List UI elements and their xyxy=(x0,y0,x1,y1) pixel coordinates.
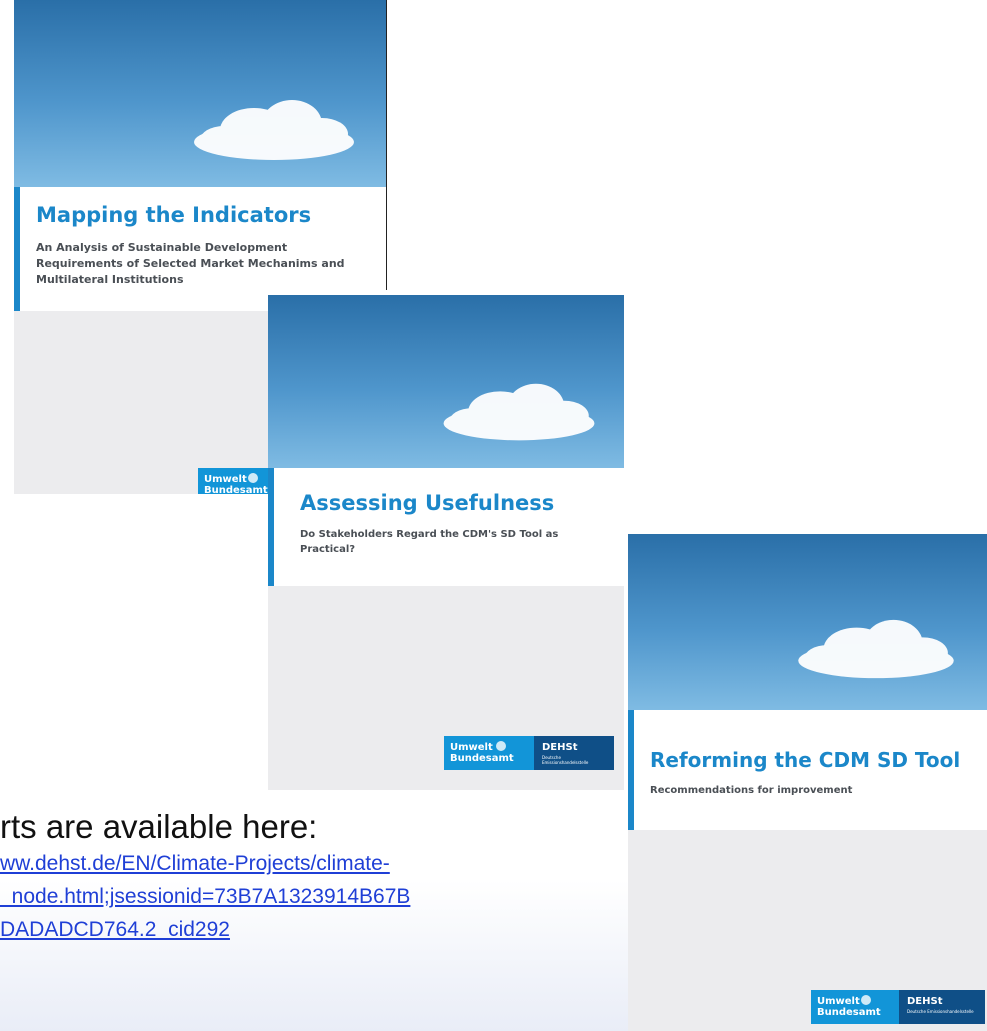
report-title: Assessing Usefulness xyxy=(300,491,555,515)
cloud-image xyxy=(798,619,954,679)
accent-bar xyxy=(268,468,274,586)
cloud-image xyxy=(194,100,354,160)
caption-heading: rts are available here: xyxy=(0,808,318,845)
publisher-logo: Umwelt Bundesamt xyxy=(198,468,274,494)
report-link-line-2[interactable]: _node.html;jsessionid=73B7A1323914B67B xyxy=(0,885,410,909)
publisher-logo: Umwelt Bundesamt DEHSt Deutsche Emission… xyxy=(811,990,985,1024)
report-subtitle: Do Stakeholders Regard the CDM's SD Tool… xyxy=(300,529,559,555)
sky-image xyxy=(268,295,624,468)
uba-logo-line2: Bundesamt xyxy=(204,485,268,494)
publisher-logo: Umwelt Bundesamt DEHSt Deutsche Emission… xyxy=(444,736,614,770)
dehst-logo-tagline: Deutsche Emissionshandelsstelle xyxy=(542,755,589,765)
dehst-logo: DEHSt Deutsche Emissionshandelsstelle xyxy=(899,990,985,1024)
report-title: Mapping the Indicators xyxy=(36,203,312,227)
cloud-image xyxy=(443,383,595,441)
dehst-logo-name: DEHSt xyxy=(542,742,578,753)
report-cover-reforming-cdm[interactable]: Reforming the CDM SD Tool Recommendation… xyxy=(628,534,987,1031)
uba-logo-line2: Bundesamt xyxy=(450,753,514,764)
dehst-logo: DEHSt Deutsche Emissionshandelsstelle xyxy=(534,736,614,770)
uba-logo: Umwelt Bundesamt xyxy=(811,990,899,1024)
report-cover-assessing-usefulness[interactable]: Assessing Usefulness Do Stakeholders Reg… xyxy=(268,295,624,790)
uba-logo: Umwelt Bundesamt xyxy=(444,736,534,770)
globe-icon xyxy=(248,473,258,483)
report-title: Reforming the CDM SD Tool xyxy=(650,748,961,772)
uba-logo-line2: Bundesamt xyxy=(817,1007,881,1018)
sky-image xyxy=(628,534,987,710)
globe-icon xyxy=(861,995,871,1005)
dehst-logo-tagline: Deutsche Emissionshandelsstelle xyxy=(907,1009,974,1014)
report-link-line-1[interactable]: ww.dehst.de/EN/Climate-Projects/climate- xyxy=(0,852,390,876)
report-link-line-3[interactable]: DADADCD764.2_cid292 xyxy=(0,918,230,942)
uba-logo-line1: Umwelt xyxy=(817,996,860,1007)
cover-edge-line xyxy=(386,0,387,290)
report-subtitle: Recommendations for improvement xyxy=(650,785,853,796)
uba-logo: Umwelt Bundesamt xyxy=(198,468,274,494)
uba-logo-line1: Umwelt xyxy=(450,742,493,753)
accent-bar xyxy=(14,187,20,311)
dehst-logo-name: DEHSt xyxy=(907,996,943,1007)
uba-logo-line1: Umwelt xyxy=(204,474,247,485)
sky-image xyxy=(14,0,386,187)
globe-icon xyxy=(496,741,506,751)
report-subtitle: An Analysis of Sustainable Development R… xyxy=(36,241,345,286)
accent-bar xyxy=(628,710,634,830)
